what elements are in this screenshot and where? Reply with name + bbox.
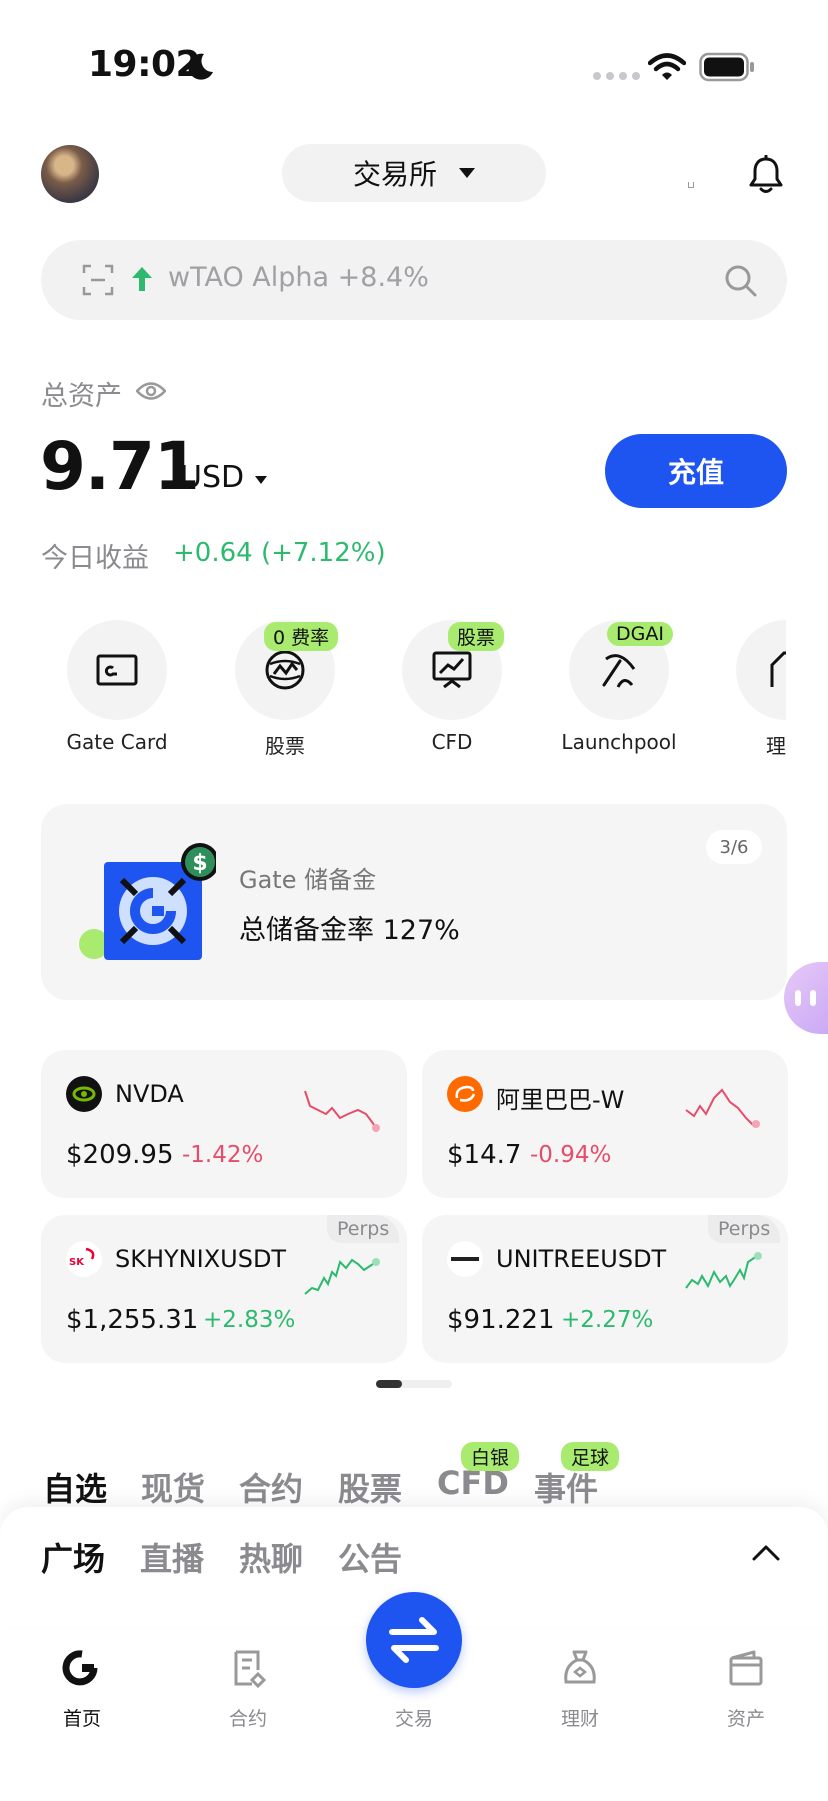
bell-icon[interactable]: [748, 155, 784, 195]
total-assets-label: 总资产: [41, 381, 122, 412]
nav-futures[interactable]: 合约: [188, 1704, 308, 1731]
total-assets-value: 9.71: [40, 428, 200, 505]
finance-icon[interactable]: [560, 1648, 600, 1688]
small-mark-icon: [688, 182, 694, 188]
nvda-logo: [66, 1076, 102, 1112]
market-change: -1.42%: [182, 1142, 264, 1168]
chevron-down-icon[interactable]: [255, 476, 267, 484]
nav-assets[interactable]: 资产: [686, 1704, 806, 1731]
market-price: $91.221: [447, 1305, 555, 1335]
svg-text:$: $: [192, 851, 207, 876]
pickaxe-icon: [602, 654, 636, 688]
nav-finance[interactable]: 理财: [520, 1704, 640, 1731]
signal-icon: [593, 72, 640, 80]
card-icon: [96, 654, 138, 686]
shortcut-label: Gate Card: [66, 730, 168, 754]
sparkline: [304, 1090, 380, 1132]
wallet-icon[interactable]: [726, 1648, 766, 1688]
monitor-chart-icon: [432, 651, 472, 689]
tab-announcements[interactable]: 公告: [338, 1534, 402, 1580]
sparkline: [685, 1252, 762, 1289]
wifi-icon: [648, 53, 686, 80]
deposit-button[interactable]: 充值: [605, 434, 787, 508]
tab-live[interactable]: 直播: [140, 1534, 204, 1580]
home-icon[interactable]: [62, 1648, 102, 1688]
nav-trade[interactable]: 交易: [354, 1704, 474, 1731]
market-change: +2.27%: [561, 1307, 654, 1333]
chevron-down-icon: [459, 168, 475, 178]
shortcut-label: 理: [766, 734, 786, 758]
market-name: SKHYNIXUSDT: [115, 1245, 287, 1273]
today-profit-value: +0.64 (+7.12%): [173, 538, 386, 568]
shortcut-overflow-clip: 理: [736, 600, 786, 760]
finance-bag-icon: [770, 651, 786, 687]
market-change: +2.83%: [203, 1307, 296, 1333]
search-icon[interactable]: [724, 264, 758, 298]
swap-icon: [389, 1617, 439, 1663]
shortcut-badge: 0 费率: [264, 622, 339, 651]
shortcut-badge: DGAI: [607, 622, 673, 646]
svg-text:SK: SK: [69, 1257, 85, 1268]
shortcut-label: CFD: [431, 730, 473, 754]
vault-icon: $: [79, 843, 216, 960]
tab-futures[interactable]: 合约: [239, 1464, 303, 1510]
tab-hot-chat[interactable]: 热聊: [239, 1534, 303, 1580]
banner-page-indicator: 3/6: [706, 830, 762, 864]
assistant-bubble[interactable]: [784, 962, 828, 1034]
battery-icon: [699, 52, 754, 82]
perps-tag: Perps: [708, 1215, 781, 1243]
today-profit-label: 今日收益: [41, 543, 149, 574]
search-trending-text: wTAO Alpha +8.4%: [168, 262, 429, 293]
chevron-up-icon[interactable]: [752, 1542, 780, 1562]
skhynix-logo: SK: [66, 1241, 102, 1277]
avatar[interactable]: [41, 145, 99, 203]
tab-square[interactable]: 广场: [41, 1534, 105, 1580]
perps-tag: Perps: [327, 1215, 400, 1243]
market-name: NVDA: [115, 1080, 184, 1108]
tab-badge: 白银: [461, 1442, 520, 1471]
trending-up-icon: [132, 267, 152, 291]
shortcut-label: Launchpool: [561, 730, 677, 754]
market-price: $14.7: [447, 1140, 522, 1170]
moon-icon: [188, 53, 213, 80]
market-price: $209.95: [66, 1140, 174, 1170]
market-price: $1,255.31: [66, 1305, 199, 1335]
nav-home[interactable]: 首页: [22, 1704, 142, 1731]
shortcut-badge: 股票: [448, 622, 505, 651]
tab-spot[interactable]: 现货: [141, 1464, 205, 1510]
tab-stocks[interactable]: 股票: [338, 1464, 402, 1510]
alibaba-logo: [447, 1076, 483, 1112]
unitree-logo: [447, 1241, 483, 1277]
globe-icon: [265, 650, 305, 690]
tab-watchlist[interactable]: 自选: [43, 1464, 107, 1510]
exchange-label: 交易所: [352, 158, 437, 191]
shortcut-label: 股票: [265, 734, 305, 758]
carousel-pager-active: [376, 1380, 402, 1388]
market-change: -0.94%: [530, 1142, 612, 1168]
futures-icon[interactable]: [228, 1648, 268, 1688]
eye-icon[interactable]: [136, 380, 166, 402]
scan-icon[interactable]: [82, 264, 114, 296]
sparkline: [304, 1258, 380, 1295]
trade-button[interactable]: [366, 1592, 462, 1688]
sparkline: [685, 1088, 760, 1128]
reserve-title: Gate 储备金: [239, 866, 377, 894]
currency-selector[interactable]: USD: [180, 460, 244, 495]
market-name: 阿里巴巴-W: [496, 1086, 625, 1114]
market-name: UNITREEUSDT: [496, 1245, 667, 1273]
tab-badge: 足球: [561, 1442, 620, 1471]
reserve-rate: 总储备金率 127%: [239, 915, 460, 946]
exchange-switcher[interactable]: 交易所: [282, 144, 546, 202]
